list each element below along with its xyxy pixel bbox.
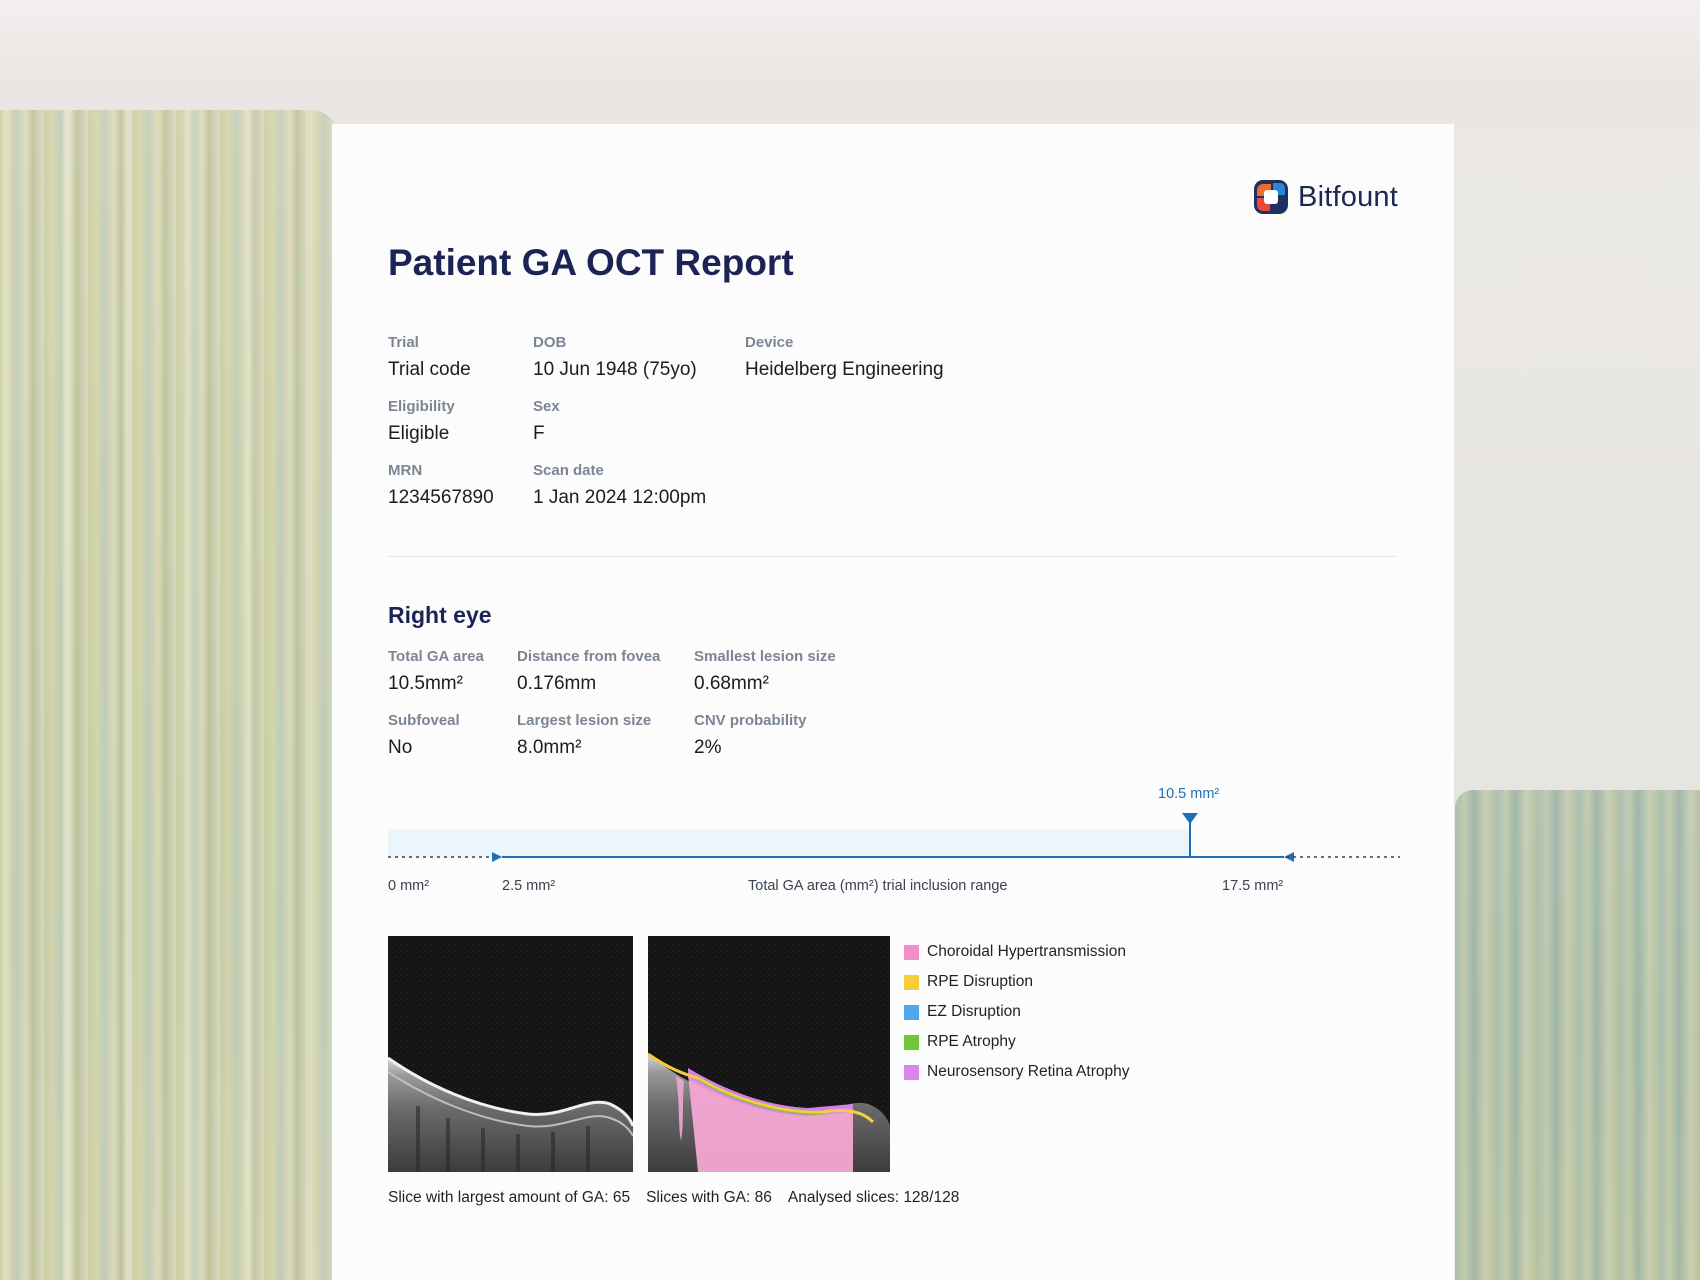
device-value: Heidelberg Engineering (745, 359, 944, 380)
brand-name: Bitfount (1298, 180, 1398, 213)
legend-item: RPE Atrophy (904, 1027, 1129, 1057)
cnv-probability-label: CNV probability (694, 712, 807, 729)
device-label: Device (745, 334, 794, 351)
legend-label: Neurosensory Retina Atrophy (927, 1063, 1130, 1080)
legend-swatch (904, 1004, 919, 1020)
legend-item: EZ Disruption (904, 997, 1129, 1027)
legend-label: EZ Disruption (927, 1003, 1021, 1020)
legend-swatch (904, 1064, 919, 1080)
brand-logo: Bitfount (1254, 180, 1398, 214)
right-eye-heading: Right eye (388, 602, 492, 628)
legend-label: RPE Atrophy (927, 1033, 1016, 1050)
scan-date-label: Scan date (533, 462, 604, 479)
paint-strokes-right (1455, 790, 1700, 1280)
section-divider (388, 556, 1396, 557)
report-title: Patient GA OCT Report (388, 242, 794, 283)
range-low-label: 2.5 mm² (502, 878, 556, 894)
slice-stats: Slice with largest amount of GA: 65 Slic… (388, 1189, 959, 1207)
largest-slice-stat: Slice with largest amount of GA: 65 (388, 1189, 631, 1206)
sex-label: Sex (533, 398, 560, 415)
range-min-label: 0 mm² (388, 878, 430, 894)
segmentation-legend: Choroidal Hypertransmission RPE Disrupti… (904, 937, 1129, 1087)
legend-item: Choroidal Hypertransmission (904, 937, 1129, 967)
cnv-probability-value: 2% (694, 737, 722, 758)
dob-label: DOB (533, 334, 567, 351)
slices-with-ga-stat: Slices with GA: 86 (646, 1189, 772, 1206)
subfoveal-value: No (388, 737, 413, 758)
total-ga-value: 10.5mm² (388, 673, 463, 694)
distance-from-fovea-label: Distance from fovea (517, 648, 661, 665)
range-axis-title: Total GA area (mm²) trial inclusion rang… (748, 878, 1008, 894)
smallest-lesion-value: 0.68mm² (694, 673, 769, 694)
bitfount-logo-icon (1254, 180, 1289, 214)
legend-swatch (904, 974, 919, 990)
legend-swatch (904, 1034, 919, 1050)
largest-lesion-value: 8.0mm² (517, 737, 582, 758)
legend-item: Neurosensory Retina Atrophy (904, 1057, 1129, 1087)
legend-label: RPE Disruption (927, 973, 1033, 990)
value-marker-triangle (1182, 813, 1198, 824)
legend-label: Choroidal Hypertransmission (927, 943, 1126, 960)
smallest-lesion-label: Smallest lesion size (694, 648, 836, 665)
scan-date-value: 1 Jan 2024 12:00pm (533, 487, 707, 508)
distance-from-fovea-value: 0.176mm (517, 673, 597, 694)
dob-value: 10 Jun 1948 (75yo) (533, 359, 697, 380)
range-axis (388, 813, 1400, 862)
legend-item: RPE Disruption (904, 967, 1129, 997)
inclusion-range-scale: 10.5 mm² 0 mm² 2.5 mm² Total GA area (mm… (388, 784, 1400, 924)
analysed-slices-stat: Analysed slices: 128/128 (787, 1189, 960, 1206)
subfoveal-label: Subfoveal (388, 712, 460, 729)
oct-scan-raw (388, 936, 633, 1172)
range-low-arrow (492, 852, 502, 862)
value-marker-label: 10.5 mm² (1158, 786, 1220, 802)
mrn-value: 1234567890 (388, 487, 494, 508)
mrn-label: MRN (388, 462, 423, 479)
eligibility-value: Eligible (388, 423, 450, 444)
largest-lesion-label: Largest lesion size (517, 712, 652, 729)
report-sheet: Bitfount Patient GA OCT Report Trial Tri… (332, 124, 1454, 1280)
legend-swatch (904, 944, 919, 960)
sex-value: F (533, 423, 545, 444)
total-ga-label: Total GA area (388, 648, 484, 665)
oct-scan-segmented (648, 936, 890, 1172)
eligibility-label: Eligibility (388, 398, 455, 415)
range-high-label: 17.5 mm² (1222, 878, 1284, 894)
trial-label: Trial (388, 334, 419, 351)
trial-value: Trial code (388, 359, 471, 380)
